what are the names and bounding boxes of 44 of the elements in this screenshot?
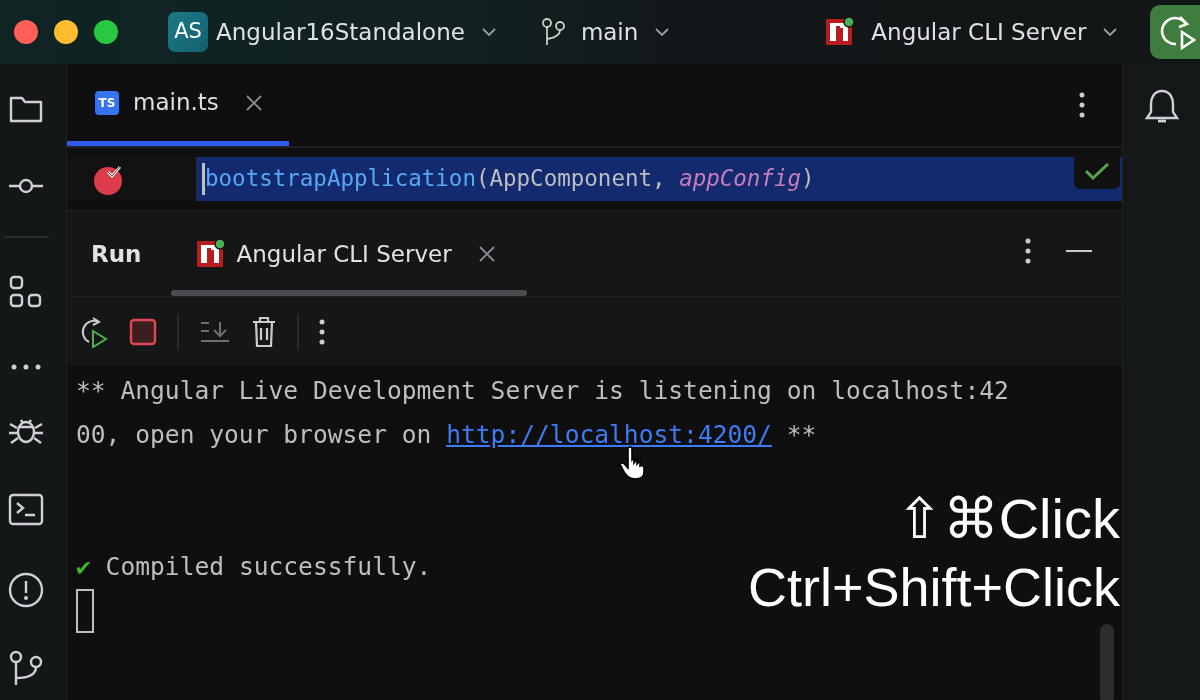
stop-icon[interactable] [129,317,157,346]
window-control[interactable] [14,20,38,44]
scrollbar[interactable] [1100,624,1114,700]
code-text: bootstrapApplication(AppComponent, appConfig) [205,164,815,194]
rerun-button[interactable] [1150,5,1200,59]
shortcut-text: Ctrl+Shift+Click [747,556,1120,619]
branch-icon [540,17,565,47]
shortcut-text: ⇧⌘Click [894,486,1120,552]
scroll-to-end-icon[interactable] [199,319,231,344]
angular-icon [826,17,856,47]
project-avatar: AS [168,12,208,52]
structure-icon[interactable] [8,274,44,310]
chevron-icon [480,26,497,38]
trash-icon[interactable] [251,315,277,348]
project-selector[interactable]: Angular16Standalone [216,14,497,50]
url-link[interactable]: http://localhost:4200/ [446,420,772,449]
angular-icon [197,239,227,269]
run-tab[interactable]: Angular CLI Server [197,236,496,272]
panel-title: Run [91,239,142,269]
typescript-file-icon: TS [95,90,119,115]
hand-cursor-icon [619,446,647,480]
close-icon[interactable] [477,245,496,263]
minimize-icon[interactable] [1066,249,1092,253]
branch-selector[interactable]: main [540,14,671,50]
window-control[interactable] [54,20,78,44]
console-message: ** Angular Live Development Server is listening on localhost:4200, open your browser on http://localhost:4200/ ** [76,375,1009,451]
close-icon[interactable] [244,93,263,112]
window-control[interactable] [94,20,118,44]
text-cursor [202,163,205,195]
run-config-selector[interactable]: Angular CLI Server [826,14,1119,50]
problems-icon[interactable] [8,572,44,608]
check-icon [1084,161,1110,181]
chevron-icon [654,26,671,38]
terminal-cursor [76,589,94,633]
editor-tab[interactable]: TS main.ts [67,64,289,146]
tab-scrollbar[interactable] [171,290,527,296]
more-icon[interactable] [1079,92,1085,118]
branch-icon[interactable] [8,650,44,686]
more-icon[interactable] [1025,238,1031,264]
console-message: Compiled successfully. [104,551,432,583]
more-icon[interactable] [319,318,325,345]
chevron-icon [1102,26,1119,38]
terminal-icon[interactable] [8,492,44,528]
check-icon: ✔ [76,545,91,589]
